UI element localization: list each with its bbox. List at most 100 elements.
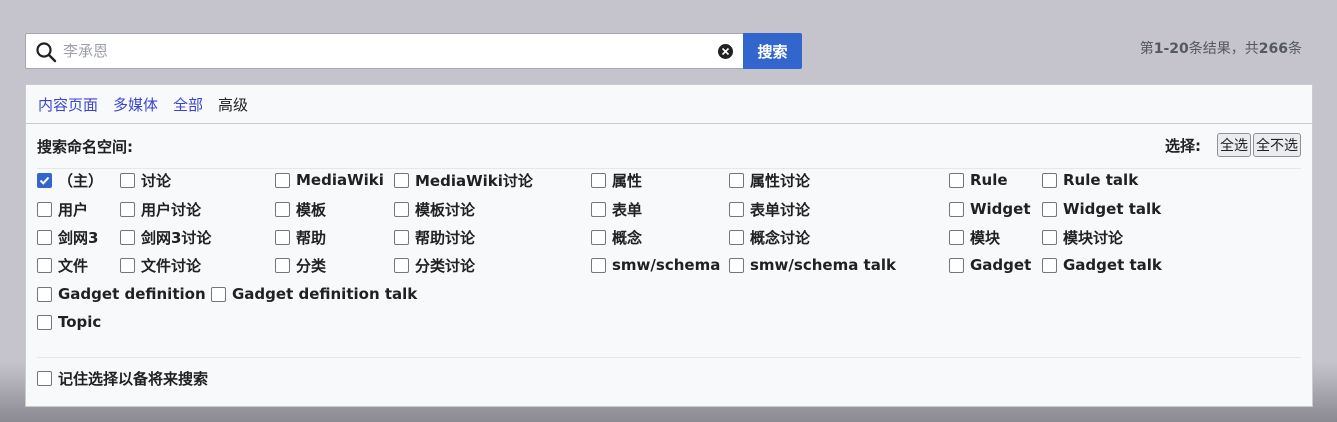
namespace-option[interactable]: 概念 — [591, 226, 642, 248]
namespace-checkbox[interactable] — [37, 314, 52, 330]
namespace-checkbox[interactable] — [37, 172, 52, 188]
namespace-option[interactable]: Rule — [949, 169, 1008, 191]
search-box — [25, 33, 743, 69]
namespace-option[interactable]: 表单 — [591, 198, 642, 220]
namespace-checkbox[interactable] — [394, 201, 409, 217]
namespace-option[interactable]: 帮助 — [275, 226, 326, 248]
namespace-option[interactable]: smw/schema — [591, 254, 720, 276]
namespace-option[interactable]: 模块讨论 — [1042, 226, 1123, 248]
namespace-option[interactable]: 用户 — [37, 198, 88, 220]
namespace-option[interactable]: 用户讨论 — [120, 198, 201, 220]
namespace-option[interactable]: 讨论 — [120, 169, 171, 191]
namespace-label: 用户 — [58, 200, 89, 219]
namespace-label: smw/schema — [612, 256, 721, 274]
profile-tabs: 内容页面 多媒体 全部 高级 — [26, 85, 1312, 124]
namespace-checkbox[interactable] — [275, 257, 290, 273]
results-info: 第1-20条结果，共266条 — [1140, 38, 1302, 58]
namespace-checkbox[interactable] — [394, 172, 409, 188]
namespace-option[interactable]: Gadget talk — [1042, 254, 1162, 276]
namespace-checkbox[interactable] — [37, 257, 52, 273]
namespace-label: MediaWiki讨论 — [415, 171, 533, 190]
namespace-option[interactable]: smw/schema talk — [729, 254, 896, 276]
select-none-button[interactable]: 全不选 — [1253, 133, 1301, 157]
namespace-checkbox[interactable] — [729, 201, 744, 217]
remember-selection[interactable]: 记住选择以备将来搜索 — [37, 357, 1301, 389]
clear-icon[interactable] — [718, 44, 733, 59]
namespace-checkbox[interactable] — [394, 257, 409, 273]
namespace-checkbox[interactable] — [37, 201, 52, 217]
namespace-option[interactable]: 概念讨论 — [729, 226, 810, 248]
namespace-checkbox[interactable] — [949, 201, 964, 217]
namespace-label: Topic — [58, 313, 102, 331]
namespace-checkbox[interactable] — [591, 257, 606, 273]
namespace-option[interactable]: Rule talk — [1042, 169, 1138, 191]
tab-all[interactable]: 全部 — [173, 94, 203, 115]
namespace-option[interactable]: Gadget — [949, 254, 1031, 276]
remember-checkbox[interactable] — [37, 371, 52, 386]
namespace-checkbox[interactable] — [1042, 201, 1057, 217]
namespace-option[interactable]: 表单讨论 — [729, 198, 810, 220]
namespace-option[interactable]: 属性 — [591, 169, 642, 191]
results-prefix: 第 — [1139, 41, 1154, 57]
namespace-option[interactable]: 模块 — [949, 226, 1000, 248]
search-input[interactable] — [63, 34, 703, 68]
namespace-checkbox[interactable] — [591, 229, 606, 245]
namespace-option[interactable]: Topic — [37, 311, 101, 333]
results-suffix: 条 — [1288, 41, 1302, 57]
namespace-checkbox[interactable] — [729, 172, 744, 188]
namespace-checkbox[interactable] — [729, 229, 744, 245]
namespace-checkbox[interactable] — [275, 172, 290, 188]
namespace-option[interactable]: Gadget definition talk — [211, 283, 417, 305]
tab-multimedia[interactable]: 多媒体 — [113, 94, 158, 115]
namespace-checkbox[interactable] — [949, 257, 964, 273]
namespace-checkbox[interactable] — [591, 201, 606, 217]
namespace-checkbox[interactable] — [949, 229, 964, 245]
namespace-option[interactable]: 模板讨论 — [394, 198, 475, 220]
namespace-label: 模板 — [296, 200, 327, 219]
namespace-checkbox[interactable] — [120, 201, 135, 217]
namespace-option[interactable]: MediaWiki — [275, 169, 384, 191]
namespace-option[interactable]: Widget — [949, 198, 1031, 220]
namespace-option[interactable]: Widget talk — [1042, 198, 1161, 220]
namespace-checkbox[interactable] — [37, 229, 52, 245]
namespace-checkbox[interactable] — [120, 172, 135, 188]
namespace-checkbox[interactable] — [1042, 172, 1057, 188]
namespace-checkbox[interactable] — [120, 229, 135, 245]
search-bar: 搜索 — [25, 33, 802, 69]
results-middle: 条结果，共 — [1188, 41, 1259, 57]
namespace-label: Rule — [970, 171, 1008, 189]
namespace-label: Gadget definition — [58, 285, 206, 303]
search-button[interactable]: 搜索 — [743, 33, 802, 69]
namespace-checkbox[interactable] — [1042, 229, 1057, 245]
namespace-checkbox[interactable] — [591, 172, 606, 188]
namespace-label: Widget — [970, 200, 1031, 218]
namespace-option[interactable]: 文件 — [37, 254, 88, 276]
namespace-option[interactable]: 分类 — [275, 254, 326, 276]
namespace-checkbox[interactable] — [37, 286, 52, 302]
results-total: 266 — [1258, 41, 1288, 57]
namespace-option[interactable]: 文件讨论 — [120, 254, 201, 276]
namespace-option[interactable]: （主） — [37, 169, 103, 191]
namespace-option[interactable]: 模板 — [275, 198, 326, 220]
namespace-checkbox[interactable] — [211, 286, 226, 302]
namespace-label: 属性讨论 — [750, 171, 811, 190]
select-all-button[interactable]: 全选 — [1217, 133, 1251, 157]
namespace-checkbox[interactable] — [275, 229, 290, 245]
namespace-checkbox[interactable] — [120, 257, 135, 273]
namespace-option[interactable]: MediaWiki讨论 — [394, 169, 533, 191]
namespace-option[interactable]: 剑网3讨论 — [120, 226, 211, 248]
namespace-checkbox[interactable] — [275, 201, 290, 217]
tab-advanced[interactable]: 高级 — [218, 94, 248, 115]
namespace-option[interactable]: 剑网3 — [37, 226, 98, 248]
namespace-label: 模块讨论 — [1063, 228, 1124, 247]
namespace-option[interactable]: 分类讨论 — [394, 254, 475, 276]
tab-content-pages[interactable]: 内容页面 — [38, 94, 98, 115]
namespace-checkbox[interactable] — [729, 257, 744, 273]
namespace-checkbox[interactable] — [394, 229, 409, 245]
namespace-option[interactable]: 帮助讨论 — [394, 226, 475, 248]
namespace-option[interactable]: 属性讨论 — [729, 169, 810, 191]
namespace-checkbox[interactable] — [1042, 257, 1057, 273]
namespace-option[interactable]: Gadget definition — [37, 283, 206, 305]
namespace-label: 帮助 — [296, 228, 327, 247]
namespace-checkbox[interactable] — [949, 172, 964, 188]
